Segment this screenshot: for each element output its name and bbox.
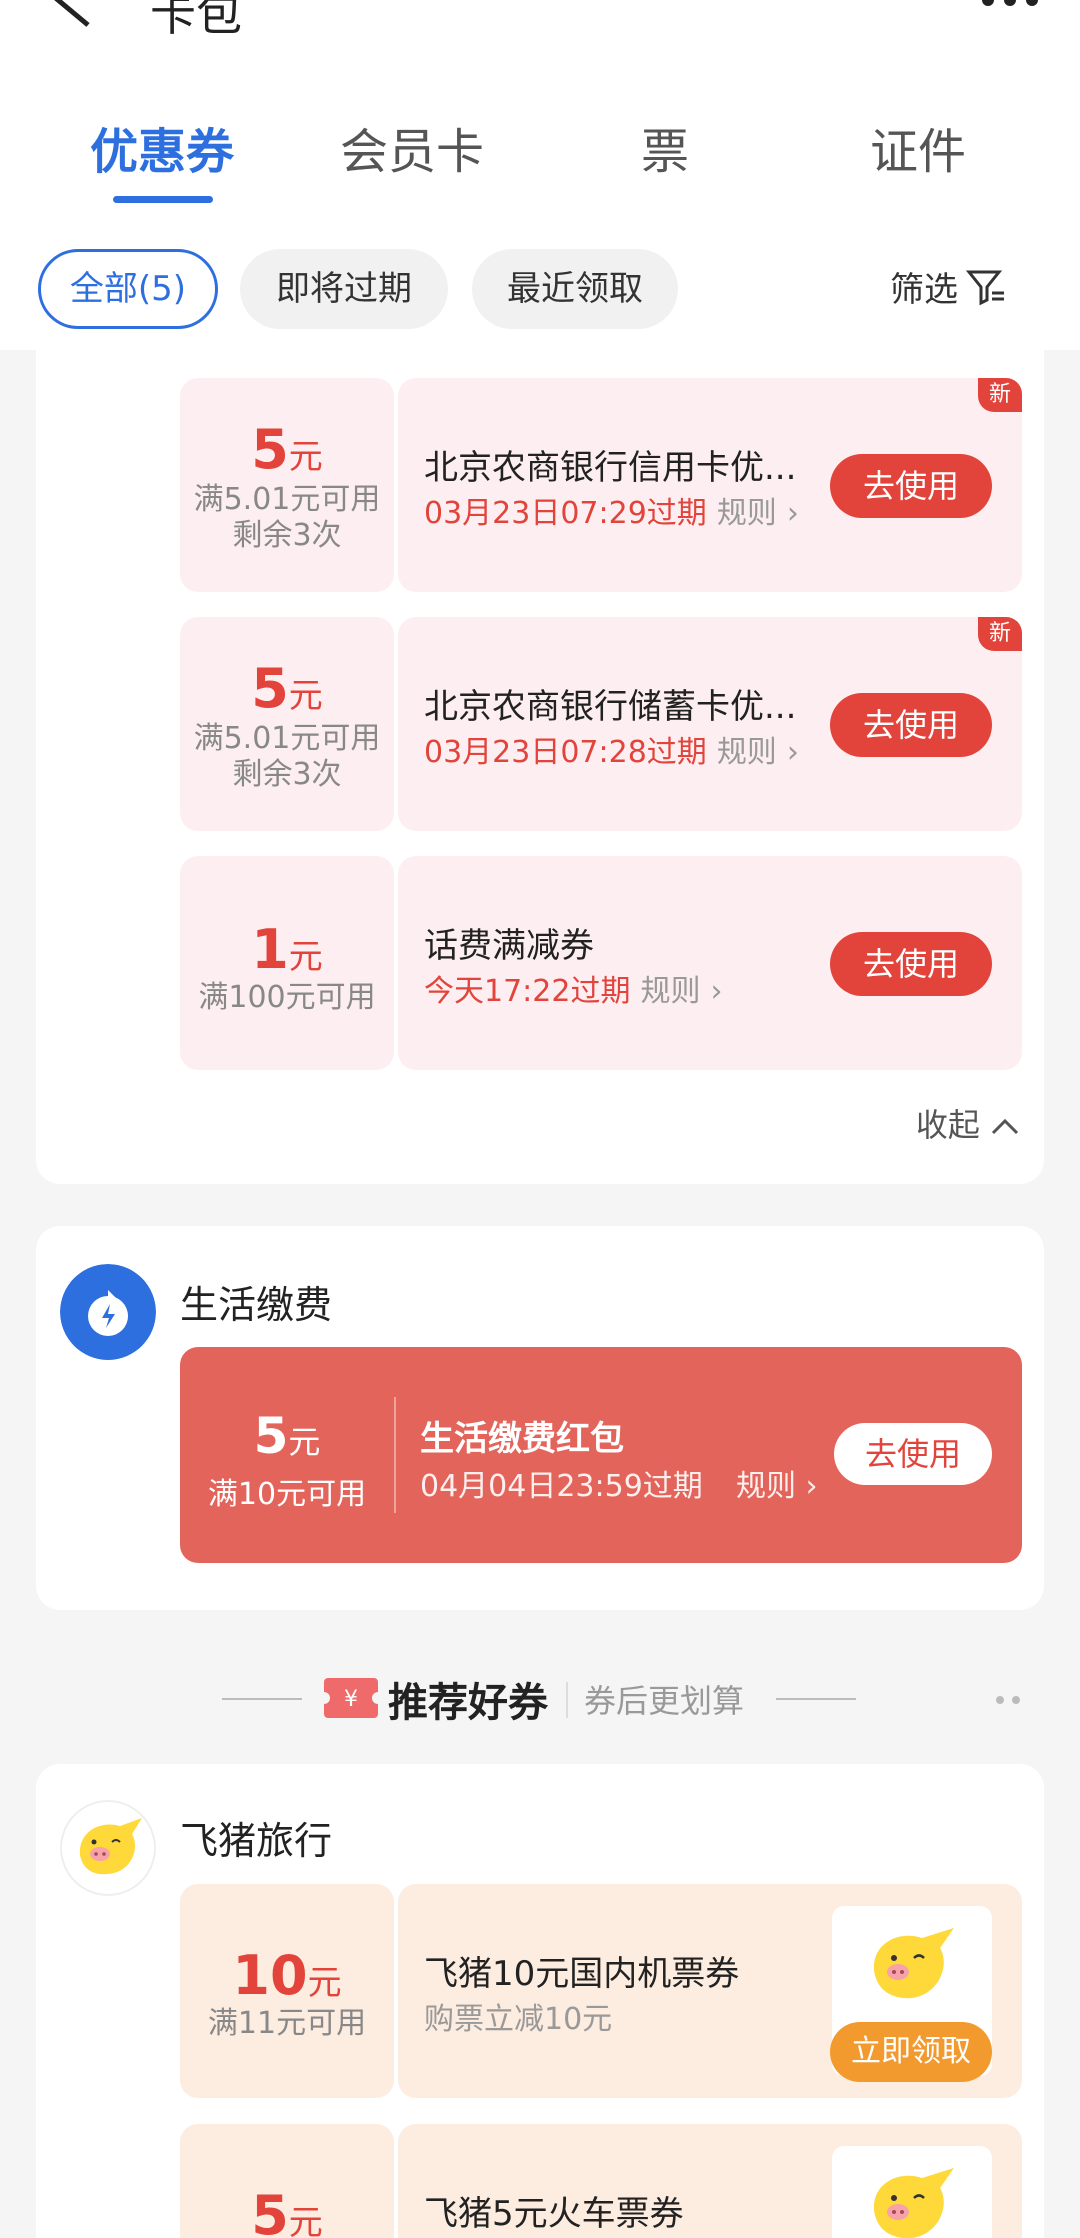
filter-button[interactable]: 筛选 [890, 262, 1006, 311]
coupon-rule-link[interactable]: 规则 [736, 1469, 796, 1504]
new-badge: 新 [978, 378, 1022, 412]
coupon-name: 飞猪5元火车票券 [424, 2194, 684, 2234]
tab-membership[interactable]: 会员卡 [302, 112, 522, 182]
coupon-expiry: 03月23日07:28过期 [424, 735, 707, 770]
more-icon[interactable] [980, 0, 1040, 14]
more-dots-icon[interactable] [994, 1692, 1024, 1708]
filter-chip-expiring[interactable]: 即将过期 [240, 249, 448, 329]
top-bar: 卡包 优惠券 会员卡 票 证件 全部(5) 即将过期 最近领取 筛选 [0, 0, 1080, 350]
recommend-subtitle: 券后更划算 [584, 1682, 745, 1720]
coupon-amount: 5 [253, 1407, 289, 1465]
coupon-condition: 满100元可用 [198, 980, 376, 1015]
coupon-amount: 5 [251, 657, 289, 720]
section-title: 生活缴费 [180, 1283, 333, 1327]
coupon-item[interactable]: 5元 满5.01元可用 剩余3次 北京农商银行信用卡优... 03月23日07:2… [180, 378, 1022, 592]
divider [222, 1698, 302, 1700]
coupon-item[interactable]: 5元 满5.01元可用 剩余3次 北京农商银行储蓄卡优... 03月23日07:2… [180, 617, 1022, 831]
use-button[interactable]: 去使用 [834, 1423, 992, 1485]
section-title: 飞猪旅行 [180, 1819, 333, 1863]
coupon-name: 生活缴费红包 [420, 1419, 624, 1459]
coupon-expiry: 今天17:22过期 [424, 974, 631, 1009]
coupon-amount: 5 [251, 2184, 289, 2238]
coupon-remaining: 剩余3次 [232, 518, 342, 553]
fliggy-mascot-icon [873, 2168, 954, 2238]
coupon-item[interactable]: 1元 满100元可用 话费满减券 今天17:22过期 规则 › 去使用 [180, 856, 1022, 1070]
divider [394, 1397, 396, 1513]
coupon-expiry: 03月23日07:29过期 [424, 496, 707, 531]
collapse-label: 收起 [915, 1106, 980, 1144]
coupon-name: 北京农商银行储蓄卡优... [424, 687, 797, 727]
chevron-up-icon [991, 1118, 1019, 1135]
fliggy-logo-icon [60, 1800, 156, 1896]
use-button[interactable]: 去使用 [830, 454, 992, 518]
fliggy-coupon[interactable]: 10元 满11元可用 飞猪10元国内机票券 购票立减10元 立即领取 [180, 1884, 1022, 2098]
fliggy-thumbnail [832, 2146, 992, 2238]
coupon-amount: 10 [232, 1944, 308, 2007]
coupon-rule-link[interactable]: 规则 [717, 735, 777, 770]
tab-tickets[interactable]: 票 [555, 112, 775, 182]
collapse-toggle[interactable]: 收起 [916, 1100, 1020, 1146]
coupon-rule-link[interactable]: 规则 [640, 974, 700, 1009]
use-button[interactable]: 去使用 [830, 693, 992, 757]
filter-chip-recent[interactable]: 最近领取 [472, 249, 678, 329]
divider [776, 1698, 856, 1700]
coupon-desc: 购票立减10元 [424, 2002, 613, 2037]
lightning-icon [60, 1264, 156, 1360]
chevron-right-icon: › [710, 974, 723, 1009]
coupon-name: 飞猪10元国内机票券 [424, 1954, 740, 1994]
coupon-name: 北京农商银行信用卡优... [424, 448, 797, 488]
active-tab-indicator [113, 196, 213, 203]
coupon-condition: 满5.01元可用 [193, 482, 381, 517]
coupon-amount: 1 [251, 918, 289, 981]
svg-text:¥: ¥ [344, 1687, 358, 1712]
coupon-amount: 5 [251, 418, 289, 481]
funnel-icon [966, 270, 1004, 305]
coupon-ticket-icon: ¥ [324, 1678, 378, 1718]
recommend-title: 推荐好券 [388, 1680, 548, 1726]
back-arrow-icon[interactable] [48, 0, 98, 30]
filter-label: 筛选 [890, 270, 958, 310]
chevron-right-icon: › [786, 735, 799, 770]
filter-chip-all[interactable]: 全部(5) [38, 249, 218, 329]
coupon-condition: 满5.01元可用 [193, 721, 381, 756]
coupon-rule-link[interactable]: 规则 [717, 496, 777, 531]
tab-documents[interactable]: 证件 [808, 112, 1028, 182]
life-coupon[interactable]: 5元 满10元可用 生活缴费红包 04月04日23:59过期 规则 › 去使用 [180, 1347, 1022, 1563]
use-button[interactable]: 去使用 [830, 932, 992, 996]
page-title: 卡包 [150, 0, 242, 41]
recommend-header: ¥ 推荐好券 券后更划算 [0, 1670, 1080, 1730]
coupon-remaining: 剩余3次 [232, 757, 342, 792]
chevron-right-icon: › [786, 496, 799, 531]
coupon-expiry: 04月04日23:59过期 [420, 1469, 703, 1504]
fliggy-coupon[interactable]: 5元 飞猪5元火车票券 [180, 2124, 1022, 2238]
new-badge: 新 [978, 617, 1022, 651]
chevron-right-icon: › [796, 1469, 818, 1504]
coupon-condition: 满10元可用 [207, 1477, 367, 1512]
coupon-name: 话费满减券 [424, 926, 594, 966]
coupon-condition: 满11元可用 [207, 2006, 367, 2041]
divider [566, 1682, 568, 1718]
claim-button[interactable]: 立即领取 [830, 2022, 992, 2082]
fliggy-mascot-icon [873, 1928, 954, 1999]
tab-coupons[interactable]: 优惠券 [52, 112, 272, 182]
